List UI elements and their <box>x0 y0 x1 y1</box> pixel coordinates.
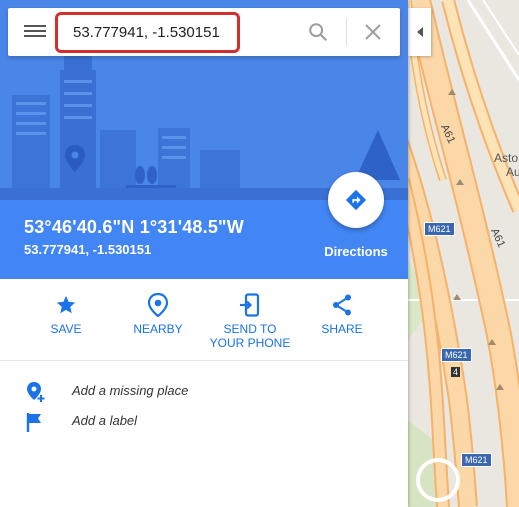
star-icon <box>56 295 76 314</box>
add-label-link[interactable]: Add a label <box>0 406 408 436</box>
junction-number-badge: 4 <box>451 367 461 377</box>
flag-icon <box>26 413 41 432</box>
side-panel: 53°46'40.6"N 1°31'48.5"W 53.777941, -1.5… <box>0 0 408 507</box>
send-to-phone-button[interactable]: SEND TO YOUR PHONE <box>205 292 295 350</box>
nearby-label: NEARBY <box>133 322 183 336</box>
motorway-shield: M621 <box>441 348 472 362</box>
coordinates-dms: 53°46'40.6"N 1°31'48.5"W <box>24 217 244 237</box>
caret-left-icon <box>416 27 423 37</box>
close-icon <box>365 24 381 40</box>
divider <box>0 360 408 361</box>
nearby-button[interactable]: NEARBY <box>113 292 203 336</box>
send-to-phone-icon <box>240 293 260 317</box>
place-label-line: Au <box>506 165 519 179</box>
add-missing-place-link[interactable]: Add a missing place <box>0 376 408 406</box>
search-icon <box>309 23 328 42</box>
hamburger-line <box>24 35 46 37</box>
share-icon <box>333 294 351 316</box>
place-label-line: Asto <box>494 151 519 165</box>
menu-button[interactable] <box>24 22 46 42</box>
add-label-label: Add a label <box>72 413 138 428</box>
search-button[interactable] <box>307 21 329 48</box>
map-canvas[interactable]: A61 A61 M621 M621 4 M621 Asto Au <box>408 0 519 507</box>
send-to-phone-label: SEND TO YOUR PHONE <box>209 322 291 350</box>
nearby-pin-icon <box>147 293 169 317</box>
place-label[interactable]: Asto Au <box>494 151 519 179</box>
directions-label[interactable]: Directions <box>318 244 394 259</box>
search-separator <box>346 18 347 46</box>
maps-app: A61 A61 M621 M621 4 M621 Asto Au 53°46'4… <box>0 0 519 507</box>
motorway-shield: M621 <box>461 453 492 467</box>
search-input[interactable] <box>55 12 240 53</box>
hamburger-line <box>24 25 46 27</box>
collapse-panel-button[interactable] <box>408 8 431 56</box>
directions-button[interactable] <box>328 172 384 228</box>
hamburger-line <box>24 30 46 32</box>
share-button[interactable]: SHARE <box>297 292 387 336</box>
clear-search-button[interactable] <box>363 22 383 47</box>
map-graphic <box>408 0 519 507</box>
add-place-icon <box>27 382 45 402</box>
add-missing-place-label: Add a missing place <box>72 383 189 398</box>
search-box <box>8 8 400 56</box>
share-label: SHARE <box>321 322 363 336</box>
save-label: SAVE <box>50 322 82 336</box>
motorway-shield: M621 <box>424 222 455 236</box>
directions-icon <box>345 189 367 211</box>
save-button[interactable]: SAVE <box>21 292 111 336</box>
coordinates-decimal[interactable]: 53.777941, -1.530151 <box>24 242 151 257</box>
